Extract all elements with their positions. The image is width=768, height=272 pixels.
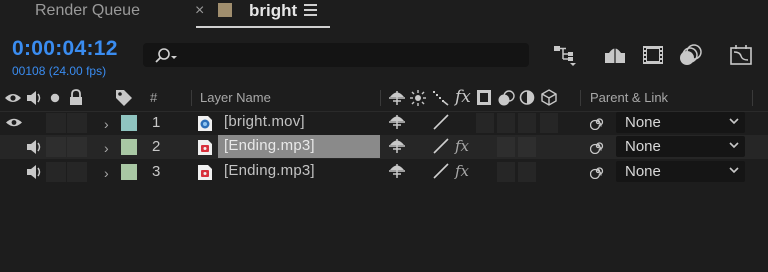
effects-switch[interactable]: fx bbox=[455, 137, 469, 155]
layer-row[interactable]: › 3 [Ending.mp3] fx None bbox=[0, 160, 768, 184]
quality-icon bbox=[433, 91, 449, 106]
column-divider bbox=[752, 90, 753, 106]
search-icon[interactable] bbox=[152, 46, 180, 66]
parent-link-header[interactable]: Parent & Link bbox=[590, 90, 668, 105]
3d-layer-icon bbox=[541, 89, 557, 106]
motion-blur-switch[interactable] bbox=[497, 113, 515, 133]
graph-editor-icon[interactable] bbox=[728, 42, 754, 68]
lock-toggle[interactable] bbox=[67, 113, 87, 133]
video-visibility-icon bbox=[5, 94, 21, 102]
audio-switch-icon[interactable] bbox=[25, 139, 43, 155]
layer-number: 1 bbox=[152, 114, 161, 131]
parent-value: None bbox=[625, 138, 661, 155]
shy-switch-icon[interactable] bbox=[388, 163, 406, 179]
motion-blur-switch[interactable] bbox=[497, 162, 515, 182]
frame-count-display: 00108 (24.00 fps) bbox=[12, 64, 107, 78]
frame-blend-switch[interactable] bbox=[476, 113, 494, 133]
frame-blend-column-icon bbox=[477, 90, 491, 105]
chevron-down-icon bbox=[729, 118, 739, 125]
layer-name-header[interactable]: Layer Name bbox=[200, 90, 271, 105]
layer-number-header: # bbox=[150, 90, 158, 105]
close-tab-button[interactable]: × bbox=[195, 2, 204, 20]
collapse-sun-icon bbox=[410, 90, 426, 106]
lock-icon bbox=[70, 89, 82, 105]
video-file-icon bbox=[198, 116, 212, 131]
parent-value: None bbox=[625, 114, 661, 131]
layer-number: 2 bbox=[152, 138, 161, 155]
tab-composition[interactable]: bright bbox=[249, 1, 297, 21]
column-divider bbox=[580, 90, 581, 106]
lock-toggle[interactable] bbox=[67, 137, 87, 157]
adjustment-switch[interactable] bbox=[518, 162, 536, 182]
layer-name[interactable]: [bright.mov] bbox=[224, 113, 305, 130]
solo-toggle[interactable] bbox=[46, 137, 66, 157]
expand-chevron-icon[interactable]: › bbox=[104, 116, 109, 132]
effects-switch[interactable]: fx bbox=[455, 162, 469, 180]
audio-switch-icon[interactable] bbox=[25, 164, 43, 180]
label-color-swatch[interactable] bbox=[121, 139, 137, 155]
label-color-swatch[interactable] bbox=[121, 164, 137, 180]
layer-row[interactable]: › 2 [Ending.mp3] fx None bbox=[0, 135, 768, 159]
shy-switch-icon[interactable] bbox=[388, 138, 406, 154]
layer-row[interactable]: › 1 [bright.mov] None bbox=[0, 111, 768, 135]
composition-color-swatch bbox=[218, 3, 232, 17]
adjustment-switch[interactable] bbox=[518, 113, 536, 133]
parent-value: None bbox=[625, 163, 661, 180]
expand-chevron-icon[interactable]: › bbox=[104, 140, 109, 156]
label-tag-icon bbox=[116, 90, 132, 106]
audio-file-icon bbox=[198, 165, 212, 180]
solo-icon bbox=[50, 93, 60, 103]
column-divider bbox=[380, 90, 381, 106]
layer-number: 3 bbox=[152, 163, 161, 180]
motion-blur-column-icon bbox=[498, 90, 515, 106]
label-color-swatch[interactable] bbox=[121, 115, 137, 131]
quality-switch-icon[interactable] bbox=[432, 114, 450, 130]
chevron-down-icon bbox=[729, 167, 739, 174]
chevron-down-icon bbox=[729, 142, 739, 149]
layer-name[interactable]: [Ending.mp3] bbox=[224, 137, 315, 154]
tab-render-queue[interactable]: Render Queue bbox=[35, 2, 140, 20]
lock-toggle[interactable] bbox=[67, 162, 87, 182]
quality-switch-icon[interactable] bbox=[432, 138, 450, 154]
audio-icon bbox=[27, 91, 41, 105]
column-divider bbox=[191, 90, 192, 106]
active-tab-indicator bbox=[196, 26, 330, 28]
hamburger-menu-icon[interactable] bbox=[304, 4, 317, 19]
solo-toggle[interactable] bbox=[46, 162, 66, 182]
solo-toggle[interactable] bbox=[46, 113, 66, 133]
video-visibility-icon[interactable] bbox=[5, 116, 23, 129]
adjustment-layer-icon bbox=[519, 90, 535, 105]
shy-icon bbox=[389, 91, 405, 105]
motion-blur-icon[interactable] bbox=[678, 42, 704, 68]
current-time-display[interactable]: 0:00:04:12 bbox=[12, 37, 118, 61]
search-input[interactable] bbox=[143, 43, 529, 67]
pickwhip-icon[interactable] bbox=[590, 114, 606, 130]
adjustment-switch[interactable] bbox=[518, 137, 536, 157]
shy-switch-icon[interactable] bbox=[388, 114, 406, 130]
3d-switch[interactable] bbox=[540, 113, 558, 133]
audio-file-icon bbox=[198, 140, 212, 155]
motion-blur-switch[interactable] bbox=[497, 137, 515, 157]
expand-chevron-icon[interactable]: › bbox=[104, 165, 109, 181]
pickwhip-icon[interactable] bbox=[590, 163, 606, 179]
layer-name[interactable]: [Ending.mp3] bbox=[224, 162, 315, 179]
effects-header: fx bbox=[455, 87, 471, 107]
frame-blending-icon[interactable] bbox=[640, 42, 666, 68]
composition-flowchart-icon[interactable] bbox=[552, 42, 578, 68]
quality-switch-icon[interactable] bbox=[432, 163, 450, 179]
pickwhip-icon[interactable] bbox=[590, 138, 606, 154]
draft-3d-icon[interactable] bbox=[602, 42, 628, 68]
